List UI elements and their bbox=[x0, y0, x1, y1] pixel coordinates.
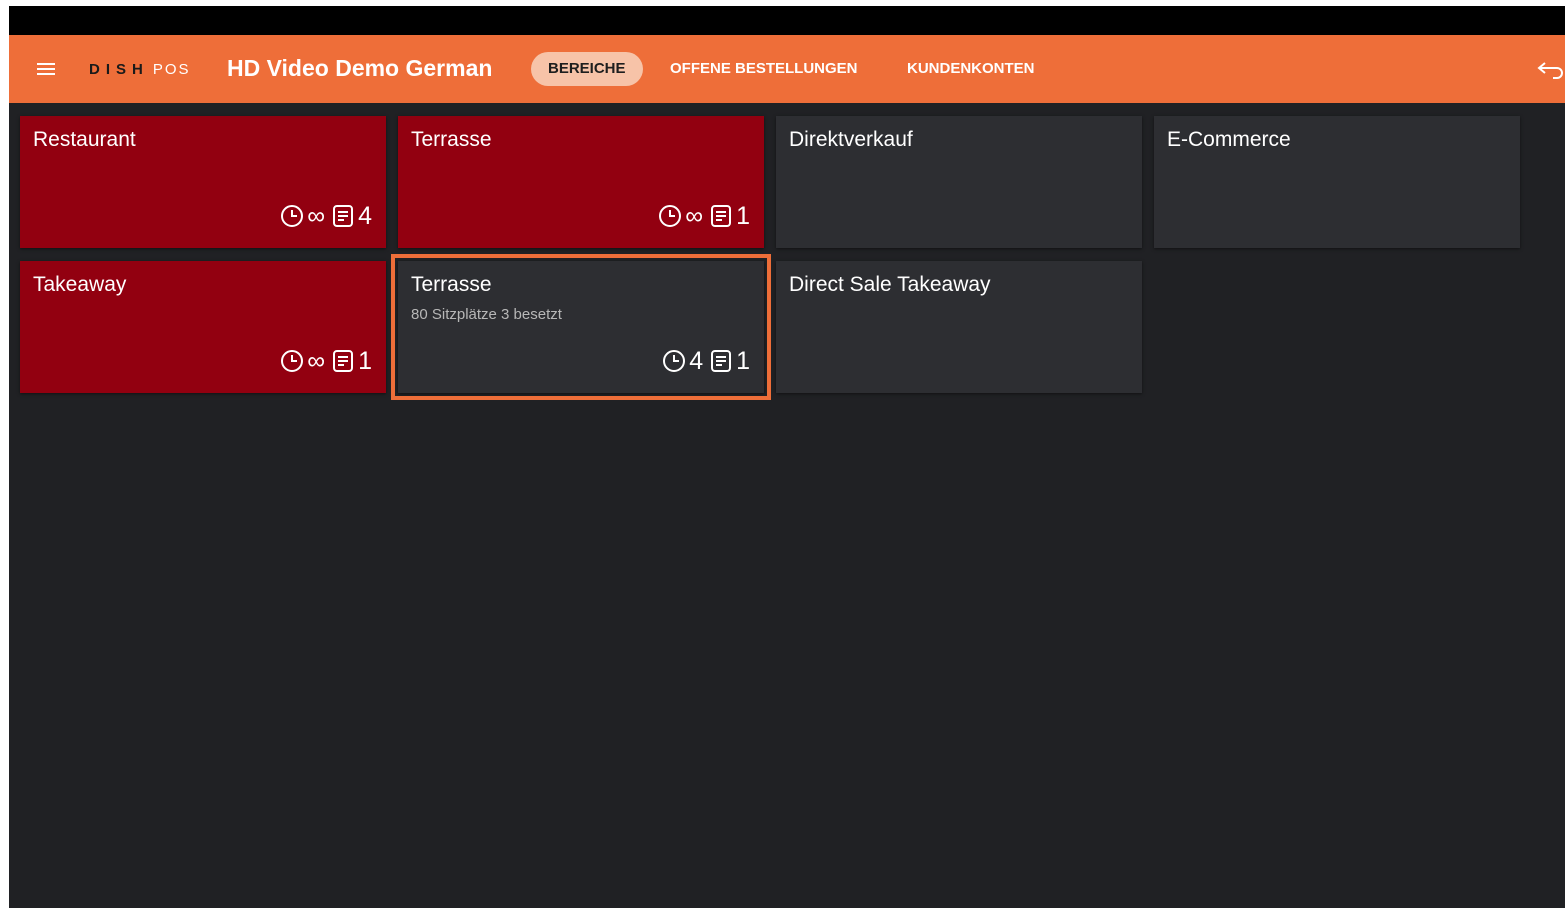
area-tile-direct-sale-takeaway[interactable]: Direct Sale Takeaway bbox=[776, 261, 1142, 393]
area-time-value: ∞ bbox=[307, 347, 326, 375]
receipt-icon bbox=[711, 205, 732, 227]
clock-icon bbox=[663, 350, 686, 372]
area-tile-e-commerce[interactable]: E-Commerce bbox=[1154, 116, 1520, 248]
area-tile-direktverkauf[interactable]: Direktverkauf bbox=[776, 116, 1142, 248]
area-name: Terrasse bbox=[411, 128, 492, 151]
area-tile-restaurant[interactable]: Restaurant ∞ 4 bbox=[20, 116, 386, 248]
area-tile-terrasse[interactable]: Terrasse ∞ 1 bbox=[398, 116, 764, 248]
area-stats: ∞ 4 bbox=[280, 202, 372, 230]
area-name: Restaurant bbox=[33, 128, 136, 151]
tab-kundenkonten[interactable]: KUNDENKONTEN bbox=[907, 52, 1035, 86]
tab-bereiche[interactable]: BEREICHE bbox=[531, 52, 643, 86]
pos-screen: DISH POS HD Video Demo German BEREICHE O… bbox=[9, 6, 1565, 908]
back-arrow-icon[interactable] bbox=[1535, 57, 1565, 81]
clock-icon bbox=[659, 205, 682, 227]
clock-icon bbox=[281, 350, 304, 372]
system-status-bar bbox=[9, 6, 1565, 35]
area-orders-value: 1 bbox=[736, 202, 750, 230]
area-name: Direktverkauf bbox=[789, 128, 913, 151]
area-seat-info: 80 Sitzplätze 3 besetzt bbox=[411, 306, 562, 323]
logo-brand: DISH bbox=[89, 60, 149, 78]
area-name: Takeaway bbox=[33, 273, 127, 296]
tab-offene-bestellungen[interactable]: OFFENE BESTELLUNGEN bbox=[670, 52, 858, 86]
area-stats: ∞ 1 bbox=[658, 202, 750, 230]
receipt-icon bbox=[333, 205, 354, 227]
area-orders-value: 4 bbox=[358, 202, 372, 230]
area-orders-value: 1 bbox=[358, 347, 372, 375]
app-bar: DISH POS HD Video Demo German BEREICHE O… bbox=[9, 35, 1565, 103]
area-name: E-Commerce bbox=[1167, 128, 1291, 151]
receipt-icon bbox=[333, 350, 354, 372]
logo-suffix: POS bbox=[152, 60, 191, 78]
area-stats: ∞ 1 bbox=[280, 347, 372, 375]
area-stats: 4 1 bbox=[662, 347, 750, 375]
area-name: Direct Sale Takeaway bbox=[789, 273, 991, 296]
clock-icon bbox=[281, 205, 304, 227]
area-time-value: ∞ bbox=[685, 202, 704, 230]
area-tile-takeaway[interactable]: Takeaway ∞ 1 bbox=[20, 261, 386, 393]
dish-pos-logo: DISH POS bbox=[89, 58, 191, 80]
area-orders-value: 1 bbox=[736, 347, 750, 375]
area-time-value: 4 bbox=[689, 347, 704, 375]
page-title: HD Video Demo German bbox=[227, 55, 493, 81]
hamburger-menu-icon[interactable] bbox=[33, 57, 61, 81]
area-name: Terrasse bbox=[411, 273, 492, 296]
receipt-icon bbox=[711, 350, 732, 372]
area-tile-terrasse-selected[interactable]: Terrasse 80 Sitzplätze 3 besetzt 4 1 bbox=[391, 254, 771, 400]
area-time-value: ∞ bbox=[307, 202, 326, 230]
